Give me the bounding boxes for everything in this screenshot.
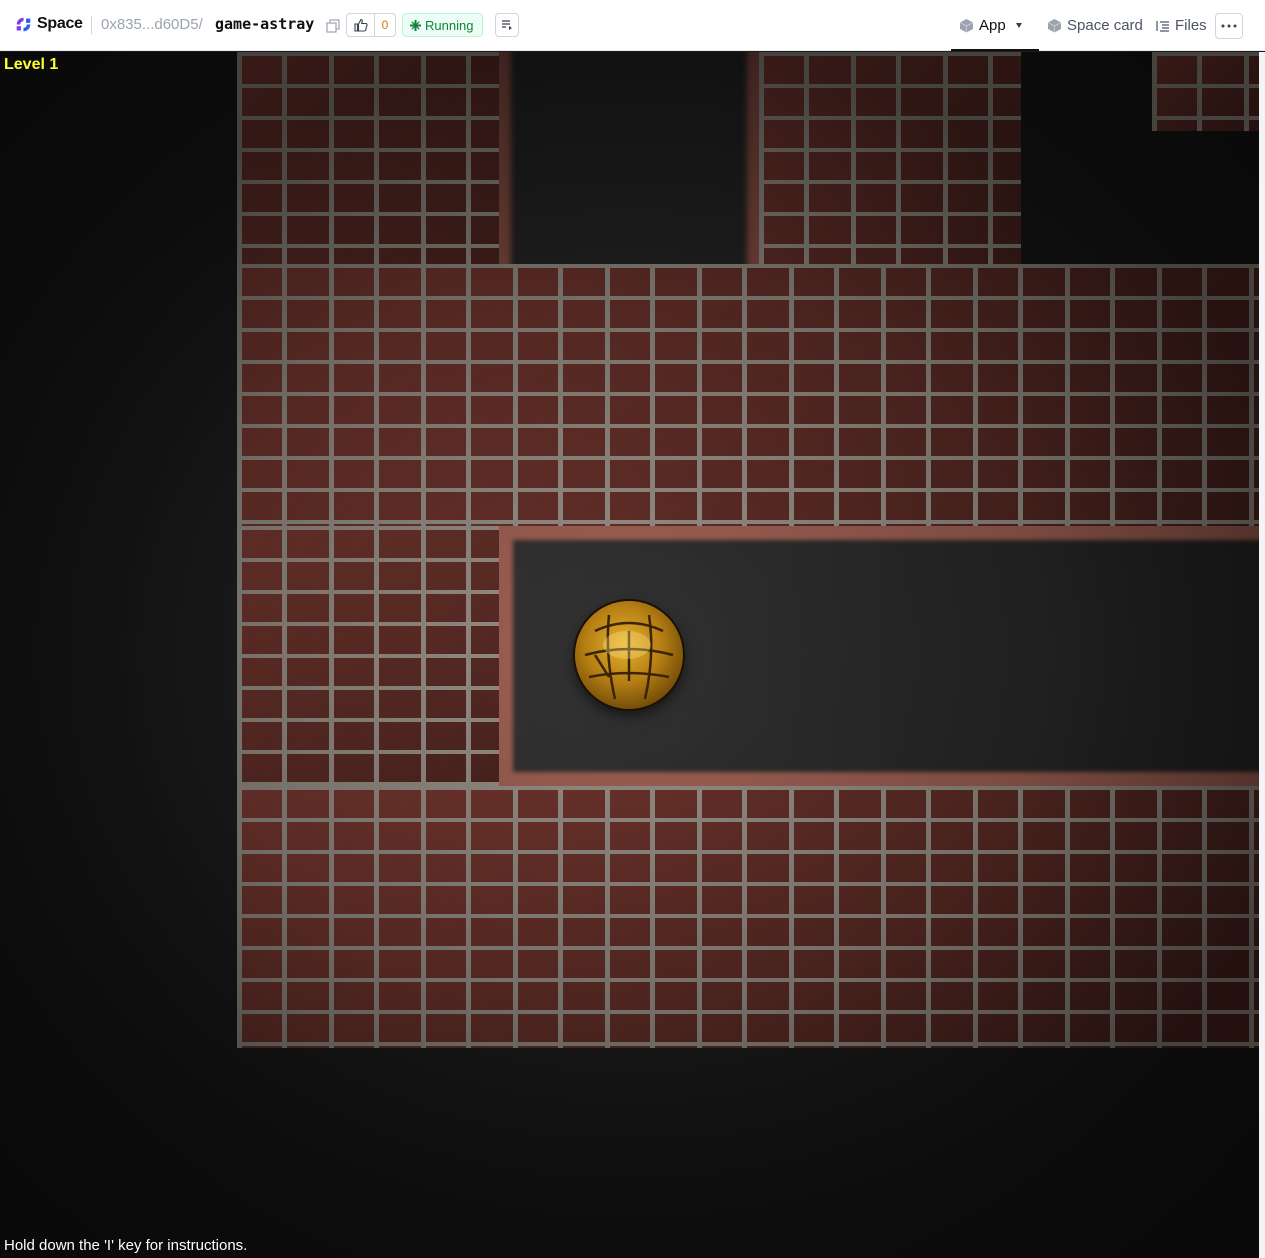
like-count: 0 <box>381 18 389 32</box>
tab-files-label: Files <box>1175 17 1207 34</box>
maze-wall-main <box>237 264 1259 526</box>
cube-icon <box>1047 19 1062 33</box>
running-icon <box>410 19 421 31</box>
game-canvas[interactable]: Level 1 Hold down the 'I' key for instru… <box>0 52 1259 1258</box>
maze-wall-corner <box>1152 52 1259 131</box>
tab-space-card[interactable]: Space card <box>1047 17 1143 34</box>
maze-wall-top-right <box>759 52 1021 264</box>
breadcrumb-separator: / <box>198 16 203 33</box>
files-icon <box>1156 20 1169 32</box>
logs-button[interactable] <box>495 13 519 37</box>
maze-wall-left-mid <box>237 526 499 786</box>
copy-icon[interactable] <box>326 19 340 33</box>
header-divider <box>91 16 92 34</box>
tab-app[interactable]: App <box>959 17 1027 34</box>
tab-space-card-label: Space card <box>1067 17 1143 34</box>
corridor-top <box>499 52 759 264</box>
brand-name: Space <box>37 15 83 32</box>
ellipsis-icon <box>1221 24 1237 28</box>
instructions-hint: Hold down the 'I' key for instructions. <box>4 1237 248 1254</box>
breadcrumb: 0x835...d60D5/ <box>101 16 203 33</box>
like-group: 0 <box>346 13 396 37</box>
player-ball <box>575 601 683 709</box>
status-badge[interactable]: Running <box>402 13 483 37</box>
space-header: Space 0x835...d60D5/ game-astray 0 Runni… <box>0 0 1265 51</box>
spaces-logo-icon <box>16 17 31 31</box>
more-options-button[interactable] <box>1215 13 1243 39</box>
ball-texture <box>584 614 674 700</box>
like-button[interactable] <box>347 14 375 36</box>
maze-wall-top-left <box>237 52 499 264</box>
maze-wall-bottom <box>237 786 1259 1048</box>
caret-down-icon[interactable] <box>1011 21 1027 31</box>
thumbs-up-icon <box>353 18 368 32</box>
active-tab-indicator <box>951 49 1039 51</box>
repo-name[interactable]: game-astray <box>215 15 314 33</box>
level-indicator: Level 1 <box>4 56 59 73</box>
brand-link[interactable]: Space <box>15 15 83 33</box>
cube-icon <box>959 19 974 33</box>
logs-icon <box>502 20 512 30</box>
tab-app-label: App <box>979 17 1006 34</box>
scrollbar[interactable] <box>1259 52 1265 1258</box>
owner-link[interactable]: 0x835...d60D5 <box>101 16 199 33</box>
status-label: Running <box>425 17 474 33</box>
tab-files[interactable]: Files <box>1156 17 1207 34</box>
